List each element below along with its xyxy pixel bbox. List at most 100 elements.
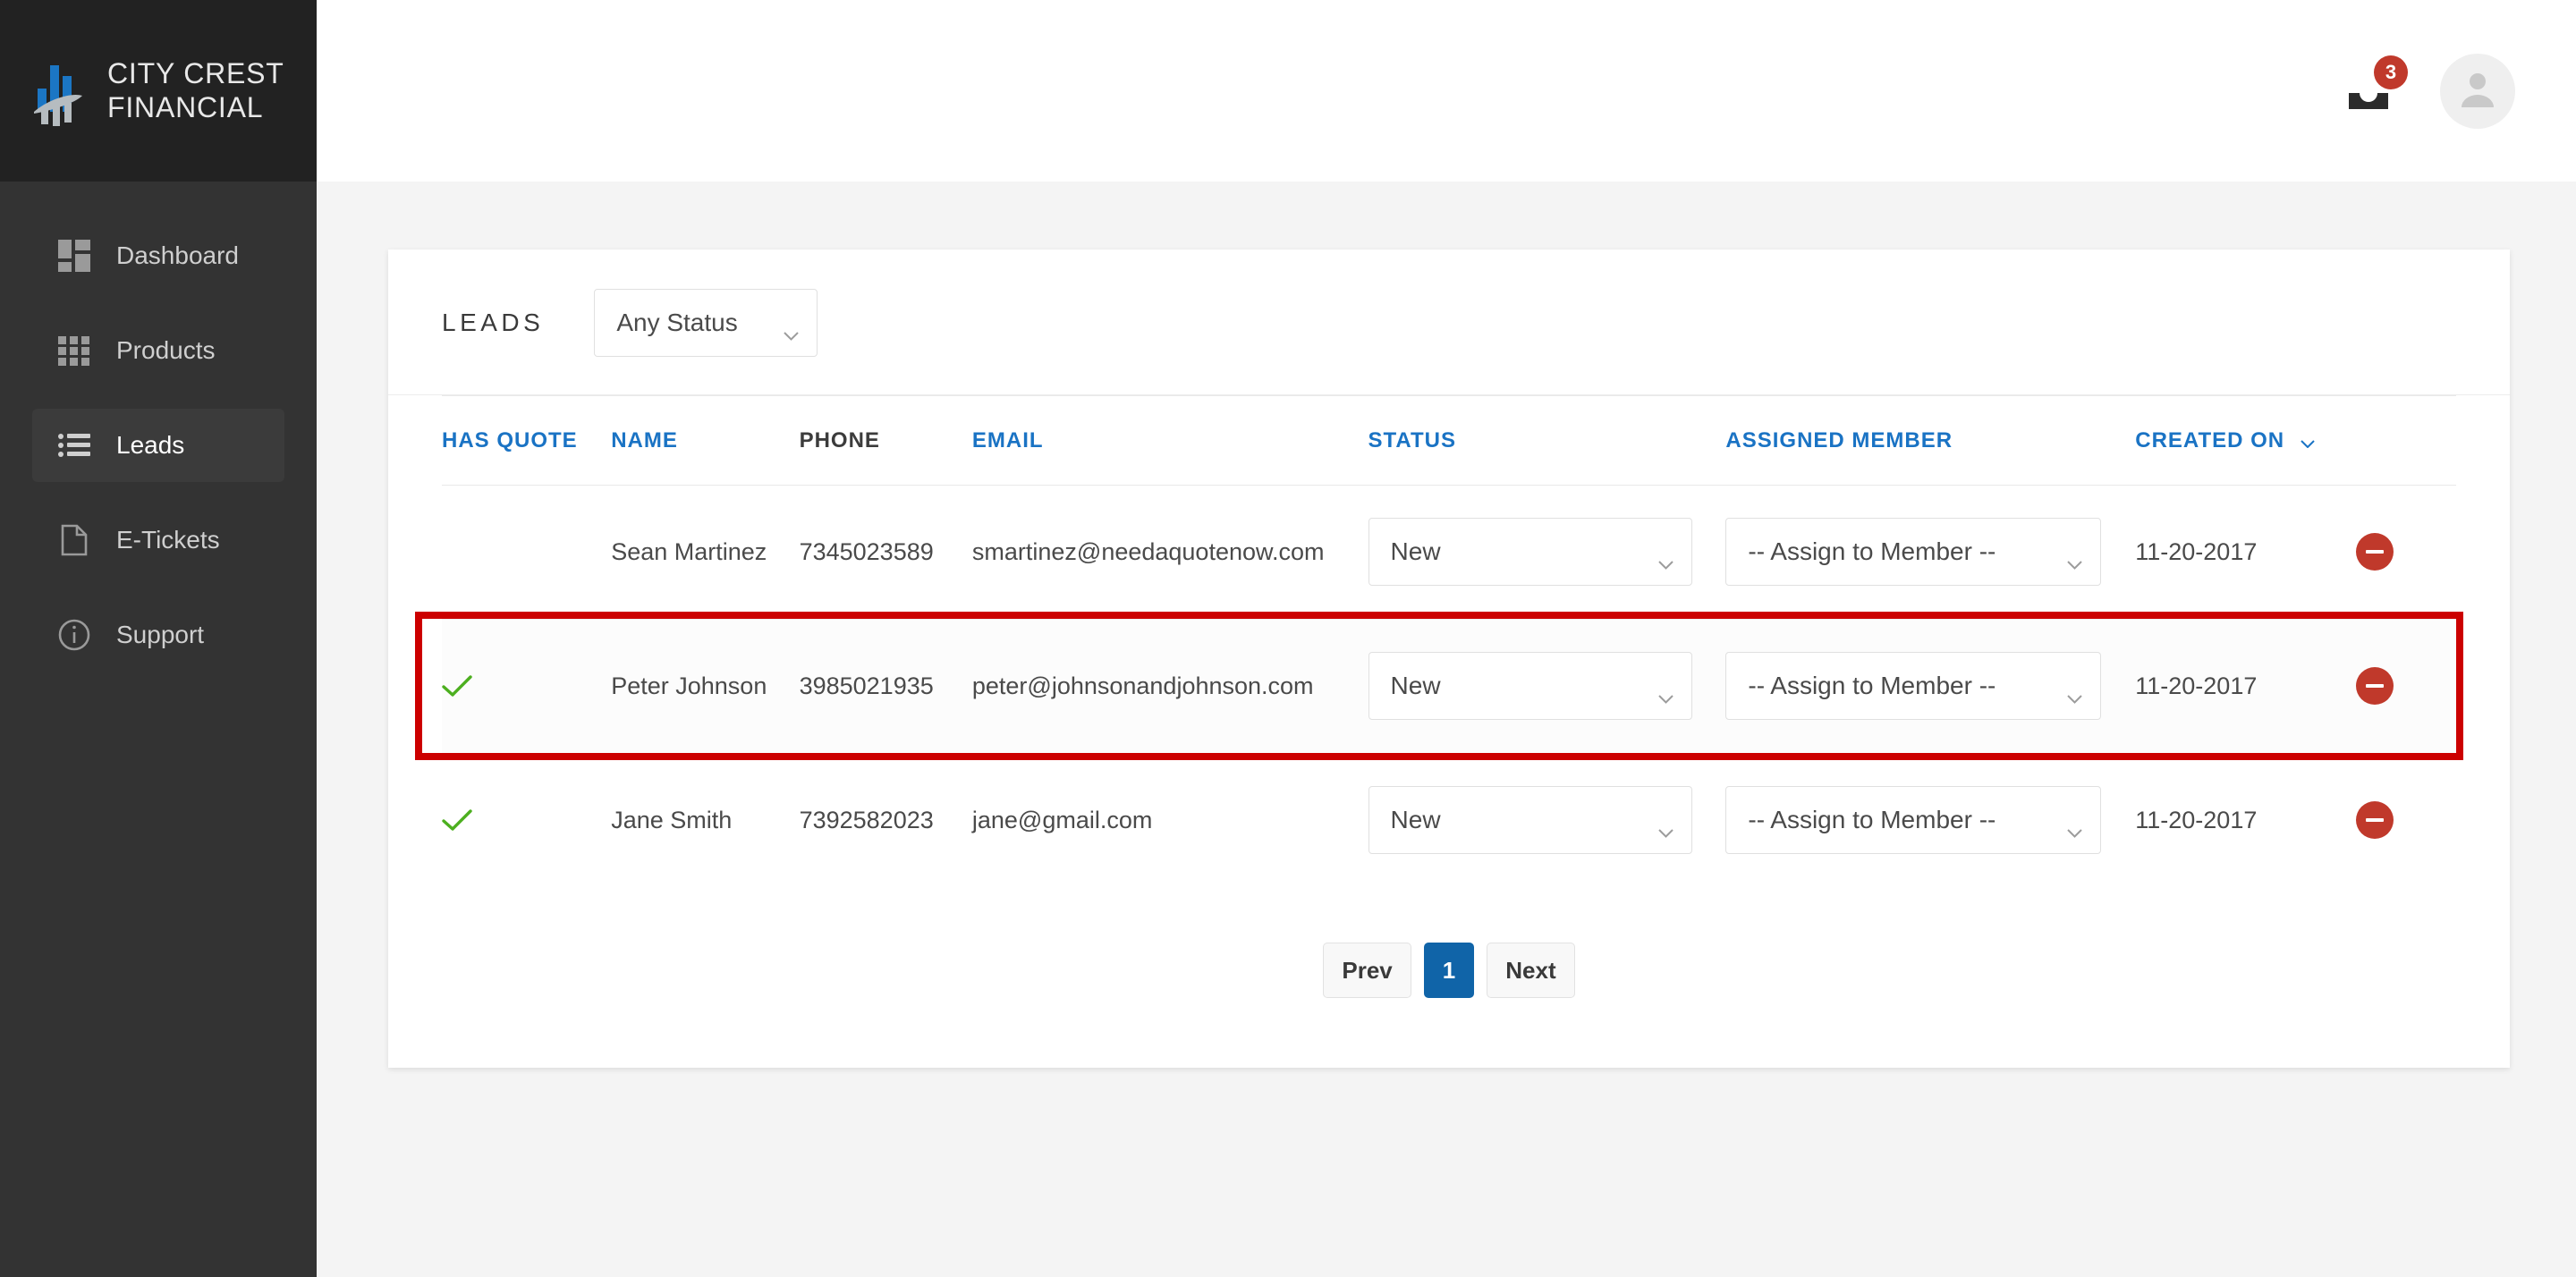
user-avatar-icon [2455, 66, 2500, 115]
brand-name-line1: CITY CREST [107, 56, 284, 89]
inbox-tray-icon [2343, 72, 2394, 120]
brand-name-line2: FINANCIAL [107, 90, 264, 123]
bar-chart-swoosh-logo-icon [32, 55, 88, 128]
topbar: 3 [317, 0, 2576, 182]
chevron-down-icon [1657, 547, 1674, 571]
table-row[interactable]: Peter Johnson 3985021935 peter@johnsonan… [442, 619, 2456, 754]
cell-phone: 7392582023 [799, 806, 934, 833]
pagination-page-1[interactable]: 1 [1423, 943, 1475, 999]
assign-member-select-value: -- Assign to Member -- [1748, 672, 1996, 700]
sidebar-item-etickets[interactable]: E-Tickets [32, 503, 284, 577]
leads-table: HAS QUOTE NAME PHONE EMAIL STATUS ASSIGN… [442, 395, 2456, 887]
sidebar-item-leads[interactable]: Leads [32, 409, 284, 482]
column-header-email[interactable]: EMAIL [971, 395, 1368, 486]
cell-actions [2355, 619, 2456, 754]
chevron-down-icon [2067, 816, 2083, 839]
check-icon [442, 800, 472, 840]
table-row[interactable]: Jane Smith 7392582023 jane@gmail.com New [442, 753, 2456, 887]
sidebar-item-products[interactable]: Products [32, 314, 284, 387]
sidebar: CITY CREST FINANCIAL Dashboard Products … [0, 0, 317, 1277]
avatar[interactable] [2440, 53, 2515, 129]
brand-name: CITY CREST FINANCIAL [107, 57, 284, 125]
leads-card: LEADS Any Status HAS QUOTE NAME PHONE EM… [388, 249, 2510, 1069]
assign-member-select[interactable]: -- Assign to Member -- [1725, 786, 2102, 855]
cell-actions [2355, 753, 2456, 887]
chevron-down-icon [1657, 816, 1674, 839]
cell-has-quote [442, 619, 612, 754]
apps-grid-icon [57, 334, 91, 368]
status-filter-select[interactable]: Any Status [594, 289, 818, 357]
column-header-phone: PHONE [799, 395, 972, 486]
status-select[interactable]: New [1368, 786, 1692, 855]
table-body: Sean Martinez 7345023589 smartinez@needa… [442, 485, 2456, 887]
column-header-actions [2355, 395, 2456, 486]
sidebar-item-label: E-Tickets [116, 526, 220, 554]
sidebar-item-support[interactable]: Support [32, 598, 284, 672]
column-header-name[interactable]: NAME [611, 395, 800, 486]
page-title: LEADS [442, 309, 545, 336]
cell-name: Peter Johnson [611, 619, 800, 754]
sidebar-item-dashboard[interactable]: Dashboard [32, 219, 284, 292]
chevron-down-icon [1657, 681, 1674, 705]
cell-phone: 7345023589 [799, 537, 934, 565]
cell-assigned-member: -- Assign to Member -- [1725, 619, 2136, 754]
table-row[interactable]: Sean Martinez 7345023589 smartinez@needa… [442, 485, 2456, 620]
brand-logo-block[interactable]: CITY CREST FINANCIAL [0, 0, 317, 182]
document-page-icon [57, 523, 91, 557]
cell-phone: 3985021935 [799, 619, 972, 754]
check-icon [442, 666, 472, 706]
cell-status: New [1368, 619, 1726, 754]
cell-status: New [1368, 753, 1726, 887]
notification-count-badge: 3 [2374, 55, 2408, 89]
cell-assigned-member: -- Assign to Member -- [1725, 485, 2135, 619]
cell-assigned-member: -- Assign to Member -- [1725, 753, 2135, 887]
status-filter-value: Any Status [616, 309, 738, 336]
remove-circle-icon[interactable] [2355, 667, 2394, 706]
dashboard-grid-icon [57, 239, 91, 273]
main-area: 3 LEADS Any Status HAS QUOTE NAME PHONE … [317, 0, 2576, 1277]
cell-name: Sean Martinez [611, 537, 767, 565]
column-header-has-quote[interactable]: HAS QUOTE [442, 395, 612, 486]
cell-email: smartinez@needaquotenow.com [971, 537, 1325, 565]
cell-actions [2355, 485, 2456, 619]
status-select[interactable]: New [1368, 518, 1692, 587]
assign-member-select-value: -- Assign to Member -- [1748, 537, 1996, 566]
remove-circle-icon[interactable] [2355, 801, 2394, 840]
pagination: Prev 1 Next [388, 887, 2510, 1068]
notifications-button[interactable]: 3 [2343, 55, 2408, 116]
cell-created-on: 11-20-2017 [2135, 619, 2356, 754]
sidebar-item-label: Products [116, 336, 216, 364]
pagination-prev-button[interactable]: Prev [1323, 943, 1411, 999]
cell-name: Jane Smith [611, 806, 733, 833]
app-root: CITY CREST FINANCIAL Dashboard Products … [0, 0, 2576, 1277]
column-header-assigned-member[interactable]: ASSIGNED MEMBER [1725, 395, 2136, 486]
chevron-down-icon [2067, 681, 2083, 705]
chevron-down-icon [2067, 547, 2083, 571]
chevron-down-icon [2301, 429, 2315, 454]
sidebar-item-label: Leads [116, 431, 185, 459]
cell-created-on: 11-20-2017 [2135, 537, 2258, 565]
remove-circle-icon[interactable] [2355, 533, 2394, 571]
assign-member-select[interactable]: -- Assign to Member -- [1725, 518, 2102, 587]
cell-has-quote [442, 485, 611, 619]
cell-email: jane@gmail.com [971, 806, 1153, 833]
leads-table-wrap: HAS QUOTE NAME PHONE EMAIL STATUS ASSIGN… [388, 395, 2510, 887]
chevron-down-icon [784, 318, 800, 341]
column-header-created-on[interactable]: CREATED ON [2135, 395, 2356, 486]
column-header-status[interactable]: STATUS [1368, 395, 1726, 486]
cell-created-on: 11-20-2017 [2135, 806, 2258, 833]
status-select-value: New [1390, 672, 1441, 700]
list-bullet-icon [57, 428, 91, 462]
cell-email: peter@johnsonandjohnson.com [971, 619, 1368, 754]
cell-status: New [1368, 485, 1726, 619]
pagination-next-button[interactable]: Next [1487, 943, 1575, 999]
page-content: LEADS Any Status HAS QUOTE NAME PHONE EM… [317, 182, 2576, 1277]
cell-has-quote [442, 753, 611, 887]
column-header-created-on-label: CREATED ON [2135, 428, 2285, 452]
status-select[interactable]: New [1368, 652, 1692, 721]
table-header: HAS QUOTE NAME PHONE EMAIL STATUS ASSIGN… [442, 395, 2456, 486]
sidebar-nav: Dashboard Products Leads E-Tickets Suppo… [0, 182, 317, 693]
sidebar-item-label: Dashboard [116, 241, 239, 269]
assign-member-select[interactable]: -- Assign to Member -- [1725, 652, 2102, 721]
assign-member-select-value: -- Assign to Member -- [1748, 806, 1996, 834]
